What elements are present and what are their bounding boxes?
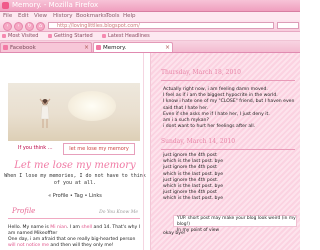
sun-glow [68, 91, 116, 121]
bookmark-latest-headlines[interactable]: Latest Headlines [102, 33, 150, 39]
back-button[interactable]: ‹ [3, 22, 12, 31]
menu-history[interactable]: History [53, 13, 73, 19]
right-column: Thursday, March 18, 2010 Actually right … [151, 53, 300, 250]
left-column: If you think ... let me lose my memory L… [0, 53, 151, 250]
menu-tools[interactable]: Tools [106, 13, 120, 19]
menu-edit[interactable]: Edit [18, 13, 29, 19]
home-button[interactable]: ⌂ [36, 22, 45, 31]
menu-help[interactable]: Help [123, 13, 136, 19]
post-quote: YUP. short post may make your blog look … [173, 215, 297, 233]
post-date: Thursday, March 18, 2010 [161, 69, 295, 81]
close-tab-icon[interactable]: × [165, 43, 170, 52]
column-divider [143, 53, 144, 250]
url-bar[interactable]: http://lovinglittlies.blogspot.com/ [48, 22, 274, 29]
post-body: just ignore the 4th post which is the la… [163, 153, 295, 203]
banner-tagline: If you think ... [18, 145, 53, 151]
post-line: which is the last post. bye [163, 196, 224, 202]
page-content: If you think ... let me lose my memory L… [0, 53, 300, 250]
post-signoff: okay bye! [163, 231, 186, 236]
banner-tag: let me lose my memory [63, 143, 135, 155]
page-nav-links[interactable]: « Profile • Tag • Links [0, 193, 150, 199]
tab-bar: Facebook × Memory. × [0, 41, 300, 53]
menu-file[interactable]: File [3, 13, 12, 19]
post-date: Sunday, March 14, 2010 [161, 138, 295, 150]
close-tab-icon[interactable]: × [84, 43, 89, 52]
window-titlebar: Memory. - Mozilla Firefox [0, 0, 300, 12]
banner-photo [8, 83, 140, 141]
firefox-icon [2, 2, 9, 9]
blog-title: Let me lose my memory [14, 160, 136, 171]
facebook-icon [3, 45, 8, 50]
post-line: I know i hate one of my "CLOSE" friend, … [163, 99, 295, 111]
profile-title: Profile [12, 207, 36, 215]
menu-bar: File Edit View History Bookmarks Tools H… [0, 12, 300, 20]
profile-text: Hello. My name is Mi nian. I am shell an… [8, 225, 141, 248]
header-banner: If you think ... let me lose my memory [8, 83, 140, 155]
bookmarks-toolbar: Most Visited Getting Started Latest Head… [0, 32, 300, 41]
tab-facebook[interactable]: Facebook × [0, 42, 92, 52]
search-field[interactable] [277, 22, 299, 29]
window-title: Memory. - Mozilla Firefox [12, 1, 99, 9]
forward-button[interactable]: › [14, 22, 23, 31]
girl-figure [39, 98, 51, 128]
menu-view[interactable]: View [34, 13, 47, 19]
rss-icon [102, 33, 106, 38]
post-body: Actually right now, i am feeling damn mo… [163, 87, 295, 130]
bookmark-most-visited[interactable]: Most Visited [2, 33, 38, 39]
tab-memory[interactable]: Memory. × [93, 42, 173, 52]
profile-header: Profile Do You Know Me [8, 206, 140, 219]
blog-subtitle: When I lose my memories, I do not have t… [4, 173, 146, 186]
bookmark-getting-started[interactable]: Getting Started [48, 33, 93, 39]
navigation-bar: ‹ › ↻ ⌂ http://lovinglittlies.blogspot.c… [0, 20, 300, 32]
post-line: i dont want to hurt her feelings after a… [163, 124, 256, 130]
bookmark-icon [48, 33, 52, 38]
profile-age: shell [81, 225, 93, 230]
blogger-icon [96, 45, 101, 50]
bookmark-icon [2, 33, 6, 38]
profile-highlight: will not notice me [8, 243, 49, 248]
profile-name-link[interactable]: Mi nian [50, 225, 67, 230]
profile-subtitle: Do You Know Me [99, 210, 138, 215]
reload-button[interactable]: ↻ [25, 22, 34, 31]
menu-bookmarks[interactable]: Bookmarks [76, 13, 107, 19]
